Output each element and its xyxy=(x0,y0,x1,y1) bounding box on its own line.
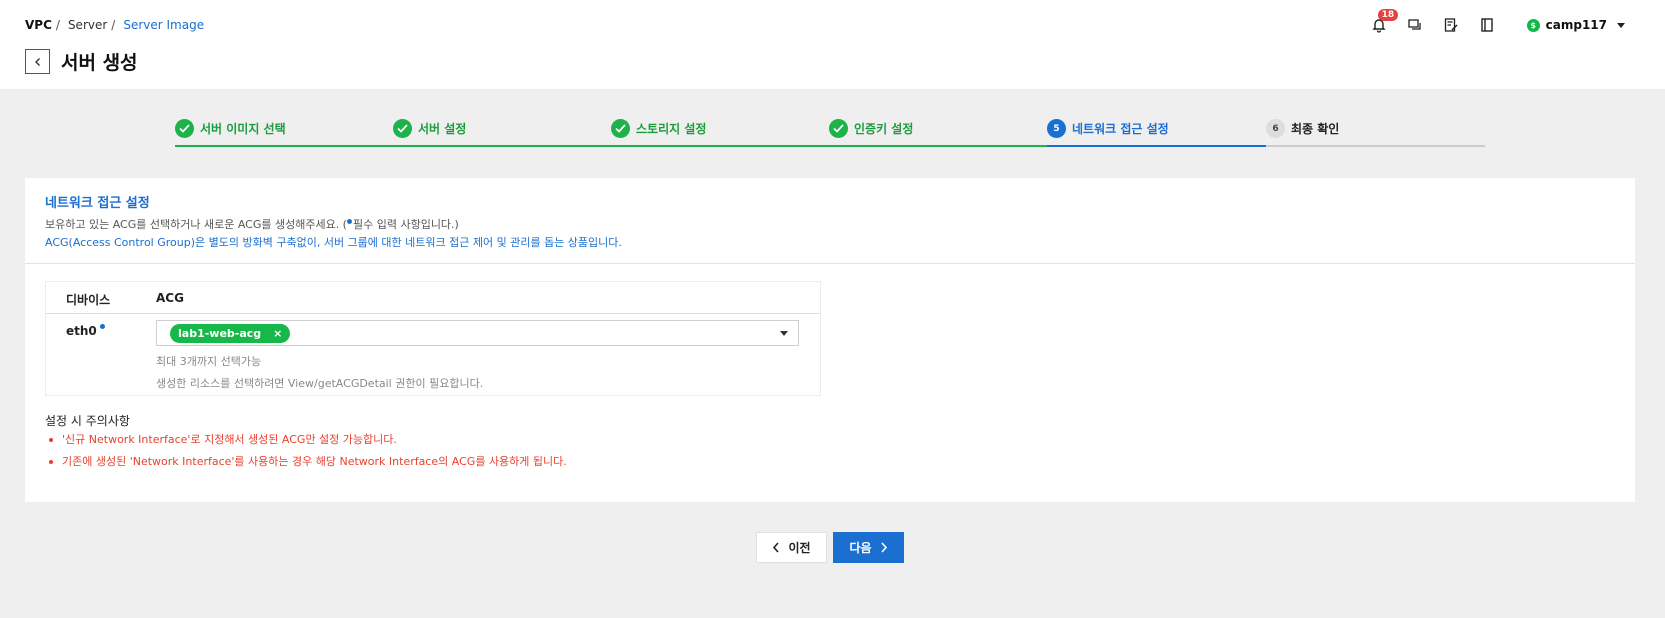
caution-list: '신규 Network Interface'로 지정해서 생성된 ACG만 설정… xyxy=(45,433,567,477)
caret-down-icon xyxy=(1617,22,1625,28)
chevron-down-icon[interactable] xyxy=(780,331,788,336)
step-progress: 서버 이미지 선택 서버 설정 스토리지 설정 인증키 설정 5 네트워크 접근… xyxy=(175,117,1485,147)
device-label: eth0 xyxy=(66,324,97,338)
breadcrumb-separator: / xyxy=(111,18,116,32)
description-required-text: 필수 입력 사항입니다.) xyxy=(352,218,459,231)
username: camp117 xyxy=(1545,18,1607,32)
chevron-left-icon xyxy=(773,542,780,553)
step-label: 인증키 설정 xyxy=(854,122,914,136)
section-title: 네트워크 접근 설정 xyxy=(45,196,150,211)
step-label: 최종 확인 xyxy=(1291,122,1340,136)
check-icon xyxy=(611,119,630,138)
check-icon xyxy=(175,119,194,138)
step-final-confirm: 6 최종 확인 xyxy=(1266,117,1485,147)
breadcrumb-server-image[interactable]: Server Image xyxy=(123,18,204,32)
check-icon xyxy=(829,119,848,138)
step-number: 5 xyxy=(1047,119,1066,138)
step-number: 6 xyxy=(1266,119,1285,138)
chevron-left-icon xyxy=(34,57,40,66)
step-storage-settings: 스토리지 설정 xyxy=(611,117,829,147)
acg-table: 디바이스 ACG eth0 lab1-web-acg × 최대 3개까지 선택가… xyxy=(45,281,821,396)
notification-count-badge: 18 xyxy=(1377,9,1399,21)
network-access-panel: 네트워크 접근 설정 보유하고 있는 ACG를 선택하거나 새로운 ACG를 생… xyxy=(25,178,1635,502)
step-server-image: 서버 이미지 선택 xyxy=(175,117,393,147)
memo-edit-icon xyxy=(1444,18,1458,32)
remove-chip-icon[interactable]: × xyxy=(273,327,282,340)
check-icon xyxy=(393,119,412,138)
back-button[interactable] xyxy=(25,49,50,74)
page-title: 서버 생성 xyxy=(61,52,138,74)
chevron-right-icon xyxy=(880,542,887,553)
table-header-divider xyxy=(46,313,820,314)
caution-item: 기존에 생성된 'Network Interface'를 사용하는 경우 해당 … xyxy=(45,455,567,469)
caution-title: 설정 시 주의사항 xyxy=(45,414,130,428)
breadcrumb-vpc[interactable]: VPC xyxy=(25,18,52,32)
acg-select[interactable]: lab1-web-acg × xyxy=(156,320,799,346)
permission-hint: 생성한 리소스를 선택하려면 View/getACGDetail 권한이 필요합… xyxy=(156,377,484,390)
prev-button-label: 이전 xyxy=(788,541,811,555)
next-button-label: 다음 xyxy=(849,541,872,555)
top-header: VPC / Server / Server Image 서버 생성 18 $ c… xyxy=(0,0,1665,89)
step-label: 서버 이미지 선택 xyxy=(200,122,286,136)
breadcrumb-server[interactable]: Server xyxy=(68,18,107,32)
step-auth-key-settings: 인증키 설정 xyxy=(829,117,1047,147)
step-label: 네트워크 접근 설정 xyxy=(1072,122,1169,136)
column-header-device: 디바이스 xyxy=(66,293,111,307)
credit-icon: $ xyxy=(1526,18,1540,32)
guide-book-button[interactable] xyxy=(1477,15,1497,35)
caution-item: '신규 Network Interface'로 지정해서 생성된 ACG만 설정… xyxy=(45,433,567,447)
max-select-hint: 최대 3개까지 선택가능 xyxy=(156,355,262,368)
breadcrumb-separator: / xyxy=(55,18,60,32)
chat-icon xyxy=(1407,19,1421,30)
prev-button[interactable]: 이전 xyxy=(756,532,827,563)
header-toolbar: 18 $ camp117 xyxy=(1369,9,1625,36)
memo-button[interactable] xyxy=(1441,15,1461,35)
breadcrumb: VPC / Server / Server Image xyxy=(25,18,204,32)
acg-chip-label: lab1-web-acg xyxy=(178,327,262,340)
step-network-access: 5 네트워크 접근 설정 xyxy=(1047,117,1266,147)
acg-chip: lab1-web-acg × xyxy=(170,324,291,343)
notification-button[interactable]: 18 xyxy=(1369,9,1399,35)
divider xyxy=(25,263,1635,264)
step-label: 스토리지 설정 xyxy=(636,122,707,136)
description-text: 보유하고 있는 ACG를 선택하거나 새로운 ACG를 생성해주세요. ( xyxy=(45,218,347,231)
book-icon xyxy=(1480,18,1493,32)
acg-description: ACG(Access Control Group)은 별도의 방화벽 구축없이,… xyxy=(45,236,622,249)
device-name: eth0 xyxy=(66,324,105,338)
next-button[interactable]: 다음 xyxy=(833,532,904,563)
step-label: 서버 설정 xyxy=(418,122,467,136)
column-header-acg: ACG xyxy=(156,291,184,305)
chat-button[interactable] xyxy=(1405,15,1425,35)
required-dot-icon xyxy=(346,219,352,224)
required-dot-icon xyxy=(99,324,105,329)
step-server-settings: 서버 설정 xyxy=(393,117,611,147)
user-menu[interactable]: $ camp117 xyxy=(1526,18,1625,32)
section-description: 보유하고 있는 ACG를 선택하거나 새로운 ACG를 생성해주세요. ( 필수 … xyxy=(45,216,459,232)
